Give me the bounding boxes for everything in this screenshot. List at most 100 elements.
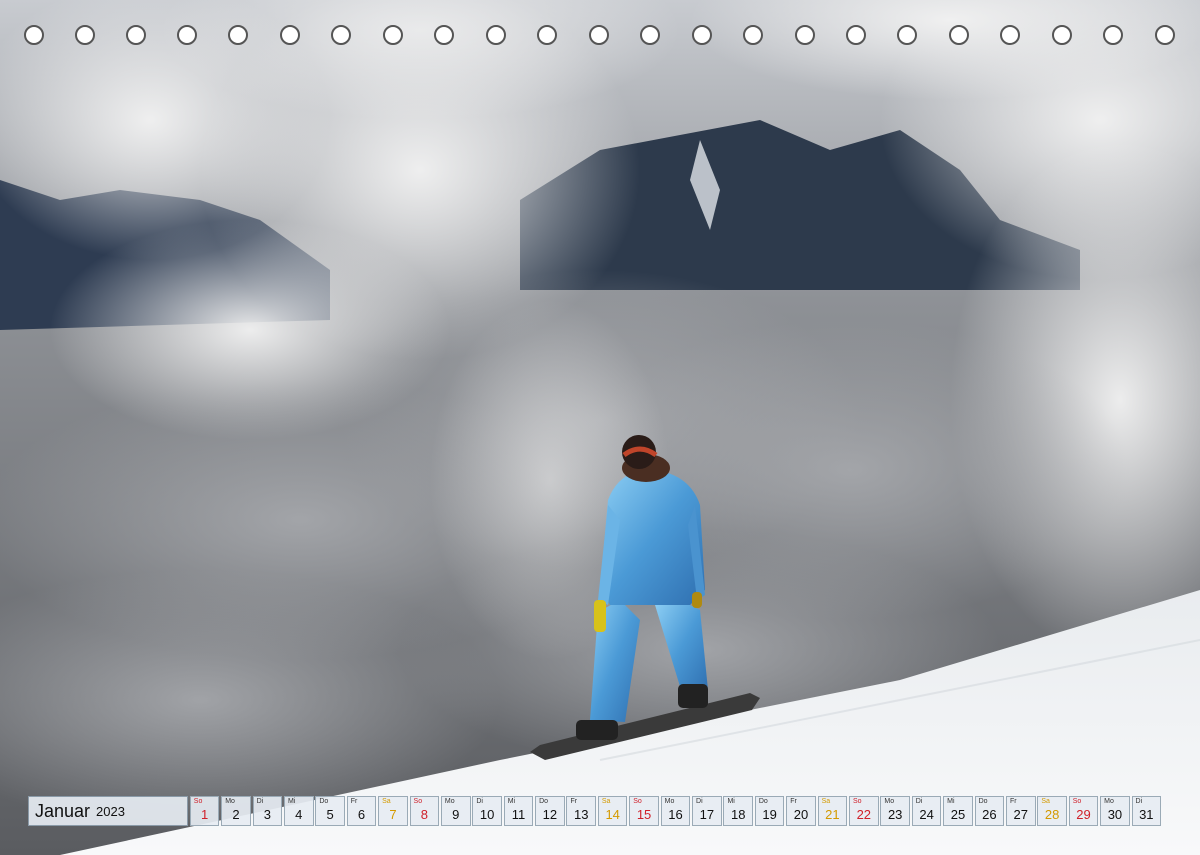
day-cell: Do 26	[974, 796, 1005, 826]
weekday-label: Sa	[1041, 798, 1050, 805]
day-number: 24	[919, 807, 934, 822]
binding-hole-icon	[280, 25, 300, 45]
weekday-label: Di	[256, 798, 264, 805]
weekday-label: Do	[758, 798, 768, 805]
weekday-label: Mi	[507, 798, 516, 805]
day-number: 7	[389, 807, 397, 822]
binding-hole-icon	[1052, 25, 1072, 45]
weekday-label: Sa	[821, 798, 831, 805]
binding-hole-icon	[383, 25, 403, 45]
day-number: 2	[232, 807, 240, 822]
day-cell: Mi 4	[283, 796, 314, 826]
weekday-label: Mo	[444, 798, 455, 805]
day-number: 3	[263, 807, 271, 822]
binding-hole-icon	[486, 25, 506, 45]
binding-hole-icon	[692, 25, 712, 45]
weekday-label: Di	[915, 798, 923, 805]
day-cell: Fr 6	[346, 796, 377, 826]
day-cell: Mo 16	[660, 796, 691, 826]
day-number: 13	[574, 807, 589, 822]
weekday-label: Mi	[947, 798, 955, 805]
binding-hole-icon	[434, 25, 454, 45]
binding-hole-icon	[126, 25, 146, 45]
day-cell: So 8	[409, 796, 440, 826]
binding-hole-icon	[640, 25, 660, 45]
weekday-label: Do	[539, 798, 549, 805]
day-cell: Fr 13	[566, 796, 597, 826]
day-number: 28	[1044, 807, 1060, 822]
day-number: 20	[793, 807, 809, 822]
day-number: 11	[511, 807, 526, 822]
month-name: Januar	[35, 800, 91, 821]
day-number: 31	[1139, 807, 1154, 822]
day-cell: Do 12	[535, 796, 565, 826]
weekday-label: So	[193, 798, 203, 805]
binding-hole-icon	[1000, 25, 1020, 45]
day-cell: Mi 18	[723, 796, 754, 826]
weekday-label: Mi	[727, 798, 735, 805]
day-number: 8	[420, 807, 428, 822]
weekday-label: Fr	[350, 798, 358, 805]
day-number: 27	[1013, 807, 1028, 822]
binding-hole-icon	[537, 25, 557, 45]
day-cell: Di 31	[1131, 796, 1162, 826]
binding-holes	[0, 0, 1200, 60]
weekday-label: Di	[1135, 798, 1143, 805]
weekday-label: Do	[319, 798, 329, 805]
weekday-label: Fr	[790, 798, 797, 805]
day-number: 29	[1076, 807, 1091, 822]
binding-hole-icon	[795, 25, 815, 45]
day-cell: Mi 25	[943, 796, 973, 826]
day-number: 26	[982, 807, 997, 822]
day-cell: Di 3	[252, 796, 283, 826]
calendar-bar: Januar 2023 So 1 Mo 2 Di 3 Mi 4 Do 5 Fr 6 Sa 7 So 8 Mo 9 D…	[28, 796, 1162, 826]
day-number: 22	[856, 807, 872, 822]
weekday-label: Do	[978, 798, 988, 805]
weekday-label: Mo	[225, 798, 235, 805]
binding-hole-icon	[949, 25, 969, 45]
weekday-label: Mo	[884, 798, 895, 805]
binding-hole-icon	[743, 25, 763, 45]
weekday-label: Sa	[601, 798, 611, 805]
day-number: 1	[200, 807, 209, 822]
day-number: 18	[731, 807, 746, 822]
day-number: 4	[295, 807, 303, 822]
weekday-label: Fr	[570, 798, 578, 805]
weekday-label: Di	[696, 798, 703, 805]
day-number: 16	[668, 807, 683, 822]
day-cell: So 29	[1068, 796, 1099, 826]
binding-hole-icon	[24, 25, 44, 45]
day-cell: Mo 2	[221, 796, 251, 826]
day-cell: Sa 21	[817, 796, 848, 826]
binding-hole-icon	[1155, 25, 1175, 45]
day-number: 17	[699, 807, 715, 822]
day-cell: Sa 28	[1037, 796, 1067, 826]
day-number: 15	[636, 807, 652, 822]
binding-hole-icon	[589, 25, 609, 45]
binding-hole-icon	[331, 25, 351, 45]
month-label-box: Januar 2023	[28, 796, 188, 826]
binding-hole-icon	[75, 25, 95, 45]
day-cell: So 1	[189, 796, 220, 826]
day-cell: So 15	[629, 796, 659, 826]
day-cell: So 22	[849, 796, 879, 826]
binding-hole-icon	[1103, 25, 1123, 45]
day-number: 25	[950, 807, 966, 822]
binding-hole-icon	[897, 25, 917, 45]
binding-hole-icon	[846, 25, 866, 45]
day-cell: Mi 11	[503, 796, 534, 826]
weekday-label: Fr	[1009, 798, 1017, 805]
day-cell: Do 19	[754, 796, 785, 826]
weekday-label: Sa	[382, 798, 391, 805]
day-cell: Sa 7	[378, 796, 408, 826]
weekday-label: So	[633, 798, 642, 805]
month-year: 2023	[96, 803, 125, 819]
day-number: 19	[762, 807, 777, 822]
day-number: 14	[605, 807, 620, 822]
day-number: 21	[825, 807, 840, 822]
day-cell: Di 10	[472, 796, 502, 826]
day-cell: Mo 23	[880, 796, 910, 826]
day-number: 5	[326, 807, 334, 822]
weekday-label: Mo	[664, 798, 675, 805]
day-number: 6	[357, 807, 366, 822]
